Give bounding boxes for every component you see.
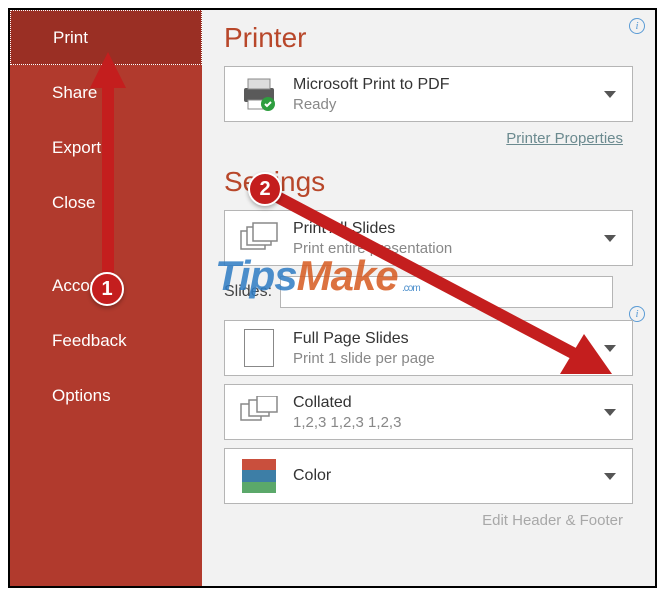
color-selector[interactable]: Color (224, 448, 633, 504)
printer-status: Ready (293, 96, 604, 113)
chevron-down-icon (604, 235, 616, 242)
sidebar-item-label: Close (52, 193, 95, 213)
sidebar-item-label: Options (52, 386, 111, 406)
info-icon[interactable]: i (629, 18, 645, 34)
slides-input[interactable] (280, 276, 613, 308)
color-swatch-icon (235, 455, 283, 497)
print-range-sub: Print entire presentation (293, 240, 604, 257)
collate-icon (235, 391, 283, 433)
sidebar-item-export[interactable]: Export (10, 120, 202, 175)
sidebar-item-account[interactable]: Account (10, 258, 202, 313)
page-icon (235, 327, 283, 369)
sidebar-item-label: Export (52, 138, 101, 158)
sidebar-item-label: Account (52, 276, 113, 296)
slides-label: Slides: (224, 283, 272, 301)
printer-icon (235, 73, 283, 115)
collate-sub: 1,2,3 1,2,3 1,2,3 (293, 414, 604, 431)
chevron-down-icon (604, 409, 616, 416)
edit-header-footer-link[interactable]: Edit Header & Footer (224, 512, 623, 529)
collate-selector[interactable]: Collated 1,2,3 1,2,3 1,2,3 (224, 384, 633, 440)
sidebar-item-label: Print (53, 28, 88, 48)
layout-selector[interactable]: Full Page Slides Print 1 slide per page (224, 320, 633, 376)
sidebar-item-feedback[interactable]: Feedback (10, 313, 202, 368)
sidebar-item-share[interactable]: Share (10, 65, 202, 120)
printer-heading: Printer (224, 22, 633, 54)
backstage-sidebar: Print Share Export Close Account Feedbac… (10, 10, 202, 586)
chevron-down-icon (604, 91, 616, 98)
settings-heading: Settings (224, 166, 633, 198)
print-range-title: Print All Slides (293, 220, 604, 238)
sidebar-item-label: Feedback (52, 331, 127, 351)
print-settings-panel: i Printer Microsoft Print to PDF Ready P… (202, 10, 655, 586)
printer-name: Microsoft Print to PDF (293, 76, 604, 94)
sidebar-item-close[interactable]: Close (10, 175, 202, 230)
layout-sub: Print 1 slide per page (293, 350, 604, 367)
collate-title: Collated (293, 394, 604, 412)
slides-stack-icon (235, 217, 283, 259)
sidebar-item-options[interactable]: Options (10, 368, 202, 423)
sidebar-item-label: Share (52, 83, 97, 103)
printer-properties-link[interactable]: Printer Properties (506, 130, 623, 147)
chevron-down-icon (604, 473, 616, 480)
printer-selector[interactable]: Microsoft Print to PDF Ready (224, 66, 633, 122)
print-range-selector[interactable]: Print All Slides Print entire presentati… (224, 210, 633, 266)
sidebar-item-print[interactable]: Print (10, 10, 202, 65)
chevron-down-icon (604, 345, 616, 352)
color-title: Color (293, 467, 604, 485)
layout-title: Full Page Slides (293, 330, 604, 348)
